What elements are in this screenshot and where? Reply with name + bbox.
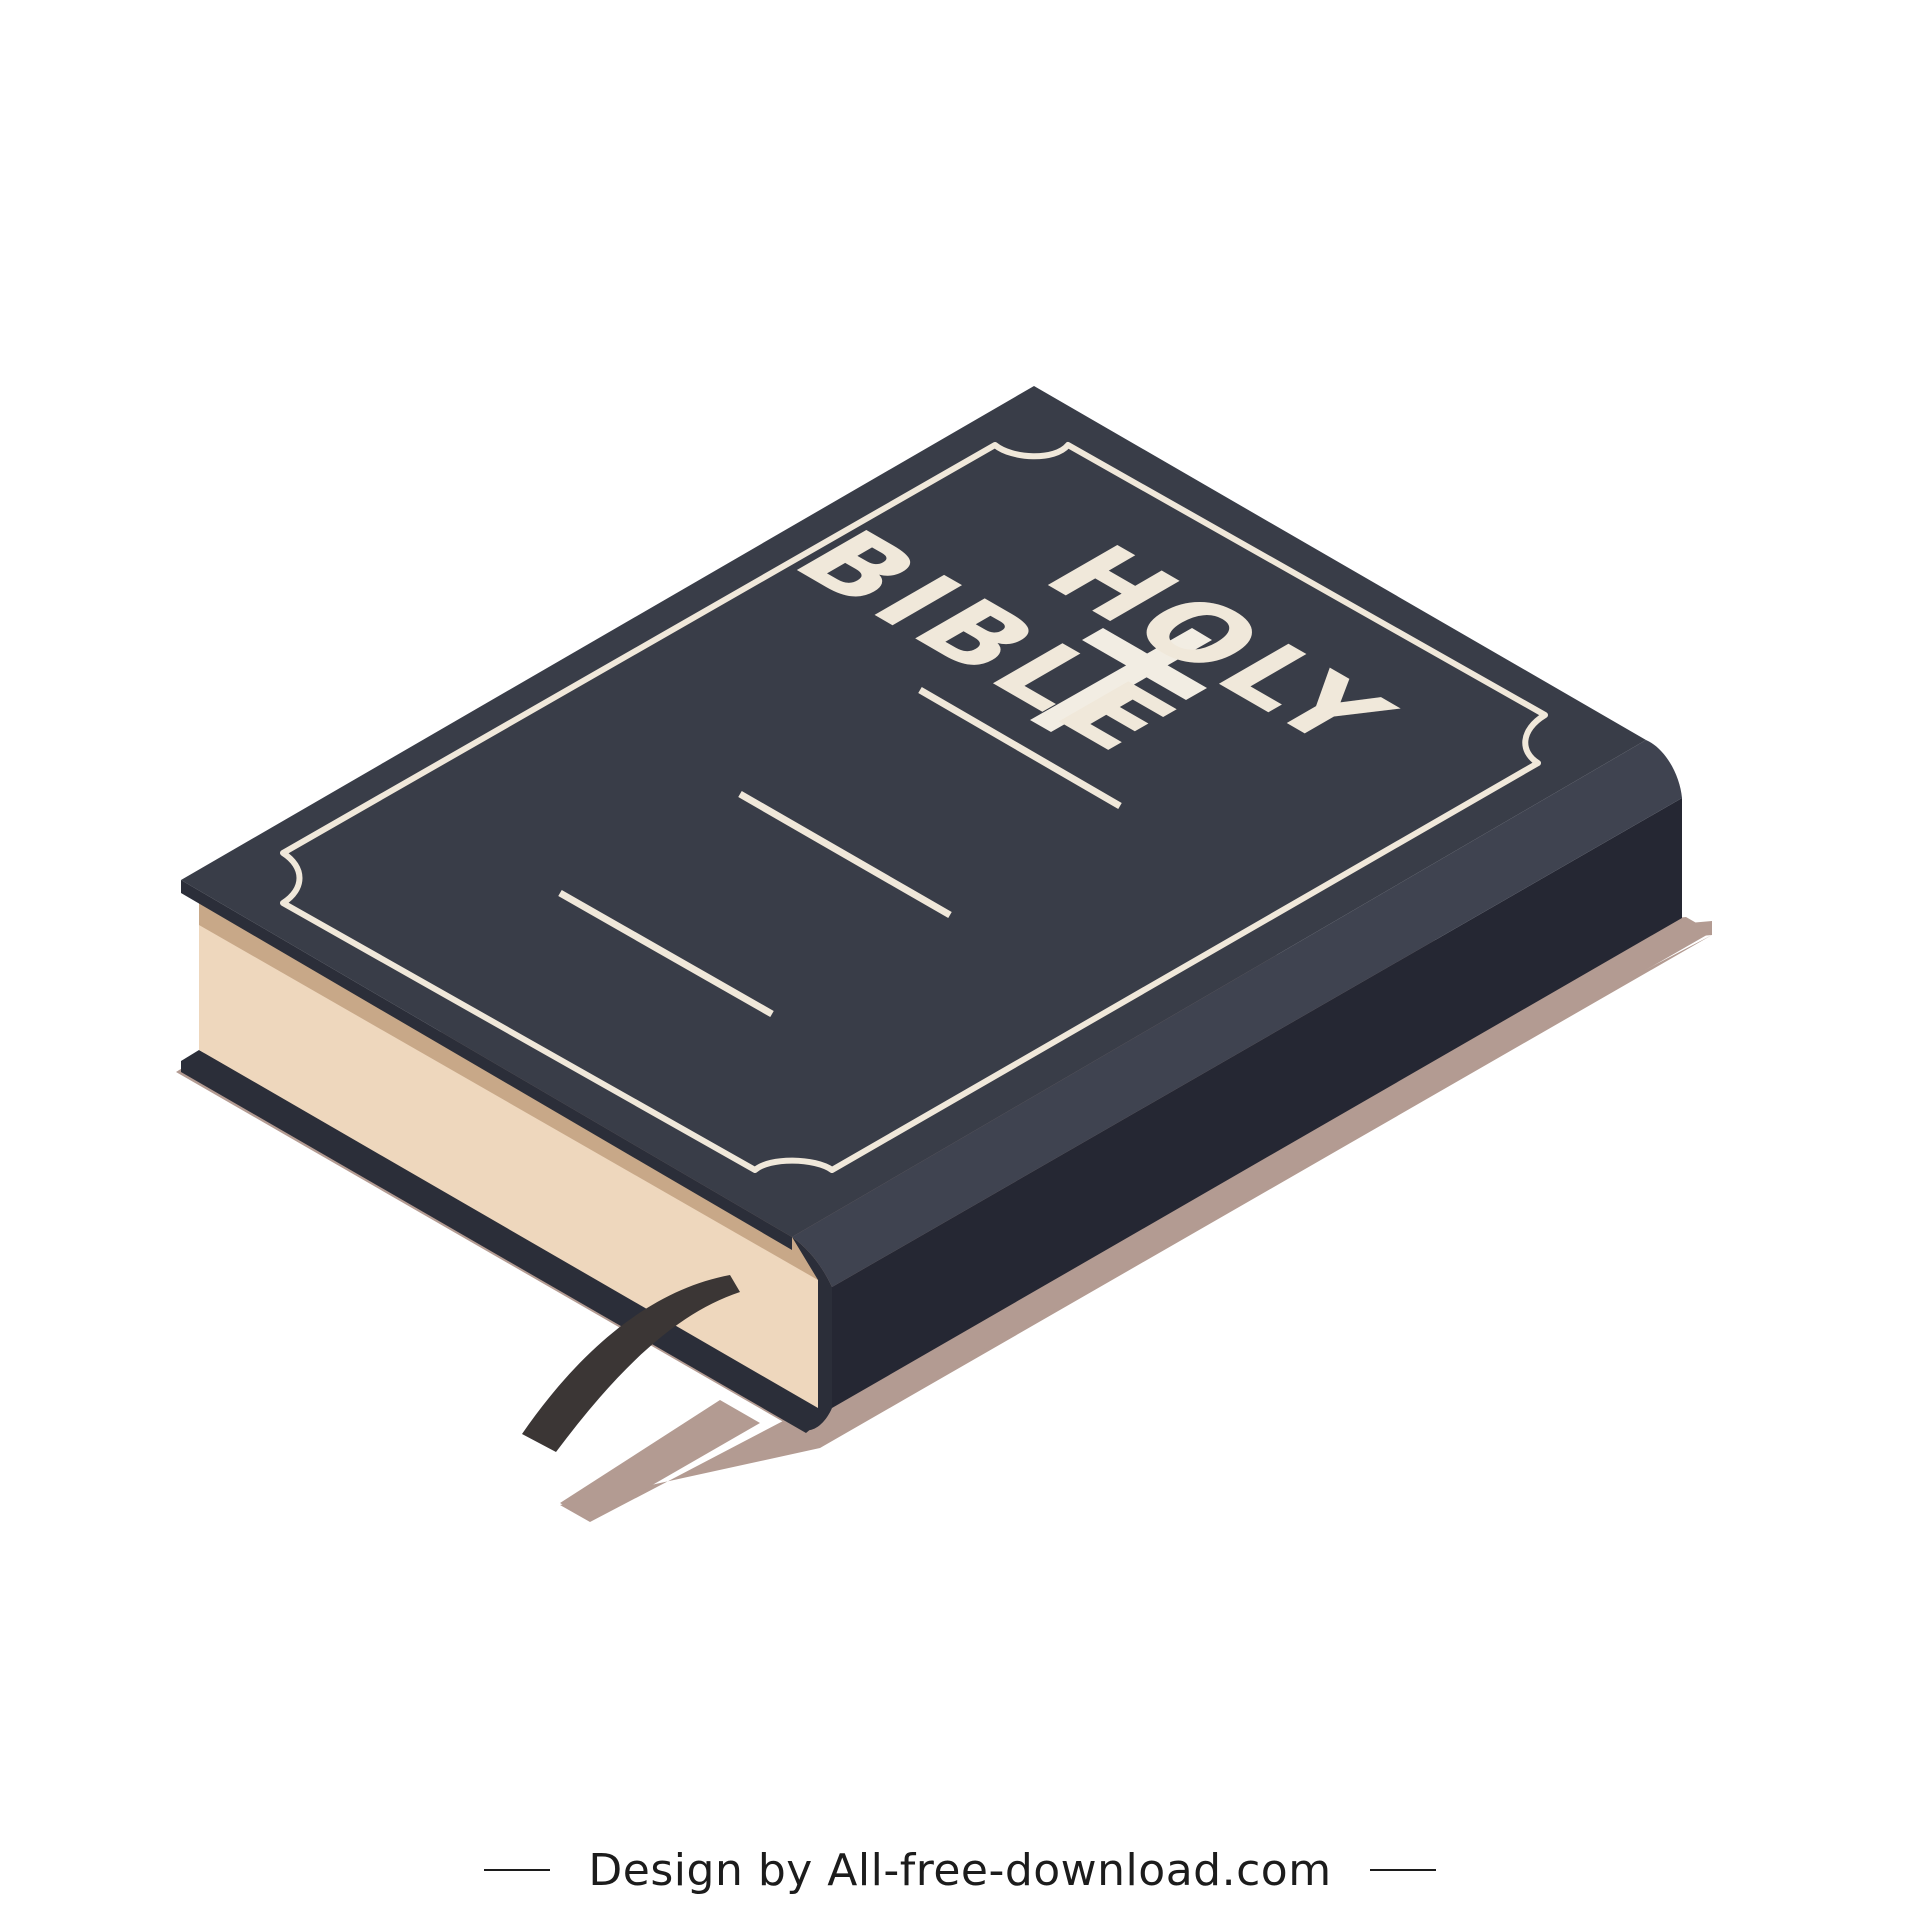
canvas: HOLY BIBLE Design by All-free-download.c…: [0, 0, 1920, 1920]
footer-credit: Design by All-free-download.com: [588, 1844, 1332, 1896]
footer: Design by All-free-download.com: [0, 1835, 1920, 1905]
footer-rule-right: [1369, 1869, 1436, 1871]
footer-rule-left: [484, 1869, 551, 1871]
bible-illustration: HOLY BIBLE: [176, 386, 1712, 1522]
